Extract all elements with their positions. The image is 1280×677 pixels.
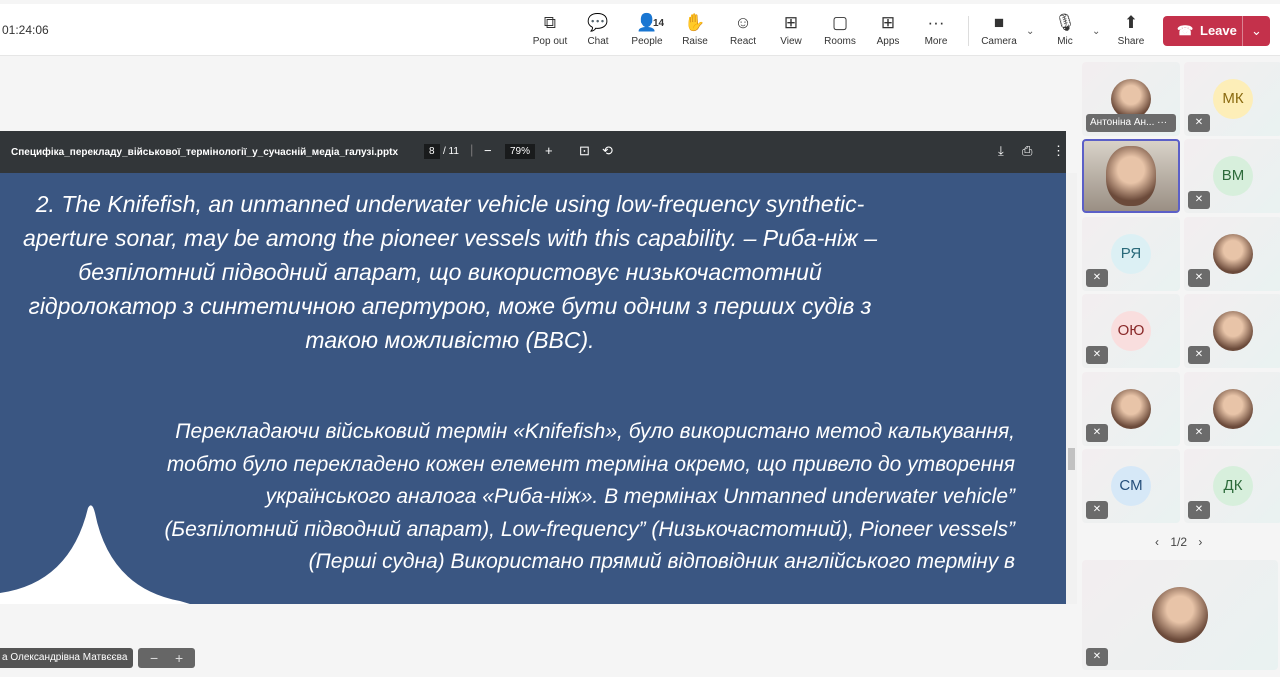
mic-muted-icon: ✕	[1188, 501, 1210, 519]
participant-tile[interactable]: ДК ✕	[1184, 449, 1280, 523]
toolbar-view-button[interactable]: ⊞ View	[767, 12, 815, 47]
mic-muted-icon: ✕	[1086, 648, 1108, 666]
apps-icon: ⊞	[880, 13, 896, 32]
participants-pager: ‹ 1/2 ›	[1155, 535, 1203, 549]
toolbar-pop-out-button[interactable]: ⧉ Pop out	[526, 12, 574, 47]
participant-name: Антоніна Ан... ···	[1086, 114, 1176, 132]
toolbar-chat-button[interactable]: 💬 Chat	[574, 12, 622, 47]
participant-tile[interactable]: МК ✕	[1184, 62, 1280, 136]
toolbar-raise-button[interactable]: ✋ Raise	[671, 12, 719, 47]
toolbar-apps-button[interactable]: ⊞ Apps	[864, 12, 912, 47]
participant-tile[interactable]: ✕	[1184, 217, 1280, 291]
mic-muted-icon: ✕	[1188, 424, 1210, 442]
participant-avatar: СМ	[1111, 466, 1151, 506]
meeting-timer: 01:24:06	[2, 23, 49, 37]
raise-hand-icon: ✋	[684, 13, 706, 32]
meeting-toolbar: 01:24:06 ⧉ Pop out 💬 Chat 👤 14 People ✋ Raise ☺ Re…	[0, 4, 1280, 56]
participant-avatar	[1111, 389, 1151, 429]
presentation-slide: 2. The Knifefish, an unmanned underwater…	[0, 173, 1066, 604]
slide-paragraph-1: 2. The Knifefish, an unmanned underwater…	[22, 191, 878, 353]
pdf-toolbar: Специфіка_перекладу_військової_терміноло…	[0, 131, 1066, 173]
participant-avatar	[1213, 234, 1253, 274]
mic-muted-icon: ✕	[1086, 269, 1108, 287]
participant-tile[interactable]	[1082, 139, 1180, 213]
participant-avatar: МК	[1213, 79, 1253, 119]
participant-tile[interactable]: ✕	[1184, 372, 1280, 446]
toolbar-share-button[interactable]: ⬆ Share	[1107, 12, 1155, 47]
leave-options-chevron-icon[interactable]: ⌄	[1242, 16, 1270, 46]
participant-avatar: ДК	[1213, 466, 1253, 506]
toolbar-react-button[interactable]: ☺ React	[719, 12, 767, 47]
participant-avatar: РЯ	[1111, 234, 1151, 274]
mic-muted-icon: ✕	[1188, 269, 1210, 287]
toolbar-camera-button[interactable]: ■ Camera	[975, 12, 1023, 47]
participant-tile[interactable]: ✕	[1082, 372, 1180, 446]
featured-participant-tile[interactable]: ✕	[1082, 560, 1278, 670]
mic-muted-icon: ✕	[1086, 424, 1108, 442]
participant-avatar	[1213, 311, 1253, 351]
file-name: Специфіка_перекладу_військової_терміноло…	[11, 147, 399, 158]
participant-avatar: ОЮ	[1111, 311, 1151, 351]
mic-muted-icon: ✕	[1188, 191, 1210, 209]
zoom-in-button[interactable]: +	[545, 143, 553, 158]
camera-off-icon: ■	[993, 13, 1005, 32]
toolbar-rooms-button[interactable]: ▢ Rooms	[816, 12, 864, 47]
stage-zoom-control: − +	[138, 648, 195, 668]
mic-muted-icon: ✕	[1188, 346, 1210, 364]
stage-zoom-out-button[interactable]: −	[150, 648, 158, 668]
react-icon: ☺	[734, 13, 752, 32]
divider	[968, 16, 969, 46]
mic-options-chevron-icon[interactable]: ⌄	[1092, 26, 1100, 37]
participant-avatar: ВМ	[1213, 156, 1253, 196]
slide-paragraph-2: Перекладаючи військовий термін «Knifefis…	[164, 420, 1015, 573]
leave-button[interactable]: ☎ Leave ⌄	[1163, 16, 1270, 46]
fit-page-icon[interactable]: ⊡	[579, 143, 590, 159]
zoom-out-button[interactable]: −	[484, 143, 492, 158]
participant-tile[interactable]: СМ ✕	[1082, 449, 1180, 523]
chat-icon: 💬	[587, 13, 609, 32]
participant-avatar	[1111, 79, 1151, 119]
rotate-icon[interactable]: ⟲	[602, 143, 613, 159]
participant-avatar	[1152, 587, 1208, 643]
more-options-icon[interactable]: ⋮	[1052, 143, 1065, 159]
download-icon[interactable]: ⤓	[998, 143, 1004, 159]
participant-tile[interactable]: Антоніна Ан... ···	[1082, 62, 1180, 136]
previous-page-button[interactable]: ‹	[1155, 535, 1159, 549]
mic-off-icon: 🎙	[1054, 13, 1076, 32]
rooms-icon: ▢	[831, 13, 849, 32]
page-number-input[interactable]: 8	[424, 144, 440, 159]
scrollbar[interactable]	[1066, 173, 1077, 604]
mic-muted-icon: ✕	[1086, 501, 1108, 519]
people-count-badge: 14	[653, 18, 665, 29]
phone-hangup-icon: ☎	[1177, 23, 1194, 38]
participant-tile[interactable]: ✕	[1184, 294, 1280, 368]
participant-tile[interactable]: ВМ ✕	[1184, 139, 1280, 213]
toolbar-mic-button[interactable]: 🎙 Mic	[1041, 12, 1089, 47]
view-icon: ⊞	[783, 13, 799, 32]
toolbar-more-button[interactable]: ··· More	[912, 12, 960, 47]
scrollbar-thumb[interactable]	[1068, 448, 1075, 470]
presenter-name-tag: а Олександрівна Матвєєва	[0, 648, 134, 668]
camera-options-chevron-icon[interactable]: ⌄	[1026, 26, 1034, 37]
decorative-wave-shape	[0, 505, 190, 604]
pop-out-icon: ⧉	[543, 13, 557, 32]
participant-avatar	[1213, 389, 1253, 429]
stage-zoom-in-button[interactable]: +	[175, 648, 183, 668]
next-page-button[interactable]: ›	[1198, 535, 1202, 549]
page-total: / 11	[443, 146, 459, 157]
share-icon: ⬆	[1123, 13, 1139, 32]
zoom-level-input[interactable]: 79%	[505, 144, 536, 159]
participant-video	[1106, 146, 1156, 206]
toolbar-people-button[interactable]: 👤 14 People	[623, 12, 671, 47]
print-icon[interactable]: ⎙	[1022, 143, 1032, 159]
more-icon: ···	[927, 13, 945, 32]
participant-tile[interactable]: РЯ ✕	[1082, 217, 1180, 291]
mic-muted-icon: ✕	[1086, 346, 1108, 364]
participant-tile[interactable]: ОЮ ✕	[1082, 294, 1180, 368]
mic-muted-icon: ✕	[1188, 114, 1210, 132]
